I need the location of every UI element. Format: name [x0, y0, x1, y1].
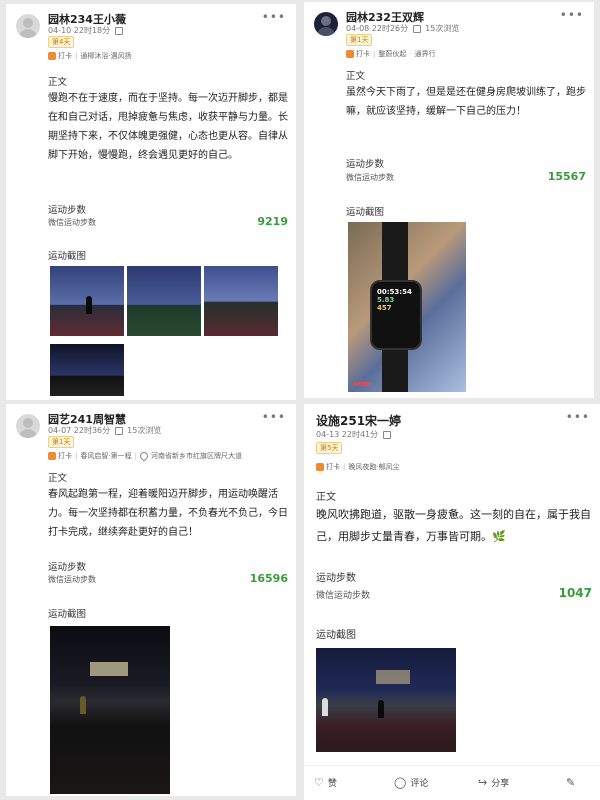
post-time: 04-10 22时18分 — [48, 26, 111, 35]
watch-time: 00:53:54 — [377, 288, 412, 296]
checkin-icon — [48, 452, 56, 460]
tag-row: 打卡 | 通柳沐浴·遇风扬 — [48, 51, 132, 61]
steps-label: 运动步数 — [48, 562, 87, 573]
action-bar: ♡ 赞 ◯ 评论 ↪ 分享 ✎ — [304, 765, 600, 800]
edit-icon: ✎ — [566, 776, 576, 789]
edit-button[interactable]: ✎ — [566, 776, 579, 789]
post-card: 园林234王小薇 04-10 22时18分 ••• 第4天 打卡 | 通柳沐浴·遇风… — [6, 4, 296, 400]
more-icon[interactable]: ••• — [262, 10, 286, 24]
sport-photo[interactable]: 00:53:54 5.83 457 REDMI — [348, 222, 466, 392]
sport-photo[interactable] — [204, 266, 278, 336]
day-badge: 第5天 — [316, 442, 343, 454]
like-icon: ♡ — [314, 776, 324, 789]
post-content: 春风起跑第一程，迎着暖阳迈开脚步，用运动唤醒活力。每一次坚持都在积蓄力量，不负春… — [48, 489, 288, 538]
post-time: 04-13 22时41分 — [316, 430, 379, 439]
post-meta: 04-07 22时36分 15次浏览 — [48, 425, 164, 436]
tag[interactable]: 整蔚伙起 — [378, 50, 406, 58]
tag: 打卡 — [58, 52, 72, 60]
steps-source: 微信运动步数 — [316, 591, 371, 601]
more-icon[interactable]: ••• — [566, 410, 590, 424]
tag-row: 打卡 | 整蔚伙起 · 通界行 — [346, 49, 436, 59]
lock-icon — [383, 430, 392, 439]
more-icon[interactable]: ••• — [262, 410, 286, 424]
tag: 打卡 — [356, 50, 370, 58]
post-card: 设施251宋一婷 04-13 22时41分 ••• 第5天 打卡 | 晚风夜跑·郁风… — [304, 404, 600, 800]
post-content: 晚风吹拂跑道，驱散一身疲惫。这一刻的自在，属于我自己，用脚步丈量青春，万事皆可期… — [316, 508, 591, 543]
post-content: 慢跑不在于速度，而在于坚持。每一次迈开脚步，都是在和自己对话，甩掉疲惫与焦虑，收… — [48, 93, 288, 161]
sport-photo[interactable] — [127, 266, 201, 336]
lock-icon — [115, 26, 124, 35]
tag: 打卡 — [326, 463, 340, 471]
sport-photo[interactable] — [50, 266, 124, 336]
steps-source: 微信运动步数 — [346, 173, 394, 182]
content-label: 正文 — [48, 77, 68, 88]
content-label: 正文 — [316, 492, 336, 503]
location-tag[interactable]: 河南省新乡市红旗区牌尺大道 — [151, 452, 242, 460]
author-name[interactable]: 设施251宋一婷 — [316, 412, 401, 429]
checkin-icon — [48, 52, 56, 60]
post-card: 园林232王双辉 04-08 22时26分 15次浏览 ••• 第1天 打卡 | 整蔚… — [304, 2, 594, 398]
view-count: 15次浏览 — [127, 426, 162, 435]
screenshot-label: 运动截图 — [346, 207, 385, 218]
post-meta: 04-08 22时26分 15次浏览 — [346, 23, 462, 34]
sport-photo[interactable] — [50, 344, 124, 396]
comment-button[interactable]: ◯ 评论 — [394, 776, 428, 789]
checkin-icon — [316, 463, 324, 471]
content-label: 正文 — [48, 473, 68, 484]
location-icon — [138, 450, 150, 462]
brand-label: REDMI — [354, 382, 373, 388]
steps-source: 微信运动步数 — [48, 575, 96, 584]
tag[interactable]: 晚风夜跑·郁风尘 — [348, 463, 399, 471]
steps-label: 运动步数 — [48, 205, 87, 216]
lock-icon — [115, 426, 124, 435]
post-time: 04-08 22时26分 — [346, 24, 409, 33]
share-button[interactable]: ↪ 分享 — [478, 776, 509, 789]
post-meta: 04-13 22时41分 — [316, 429, 392, 440]
post-content: 虽然今天下雨了，但是是还在健身房爬坡训练了，跑步嘛，就应该坚持，缓解一下自己的压… — [346, 87, 586, 117]
comment-icon: ◯ — [394, 776, 407, 789]
day-badge: 第4天 — [48, 36, 75, 48]
like-button[interactable]: ♡ 赞 — [314, 776, 337, 789]
content-label: 正文 — [346, 71, 366, 82]
watch-calories: 457 — [377, 304, 392, 312]
post-meta: 04-10 22时18分 — [48, 25, 124, 36]
screenshot-label: 运动截图 — [48, 251, 87, 262]
view-count: 15次浏览 — [425, 24, 460, 33]
watch-display: 00:53:54 5.83 457 — [370, 280, 422, 350]
share-icon: ↪ — [478, 776, 488, 789]
checkin-icon — [346, 50, 354, 58]
steps-count: 1047 — [558, 586, 592, 600]
tag-row: 打卡 | 晚风夜跑·郁风尘 — [316, 462, 400, 472]
steps-source: 微信运动步数 — [48, 218, 96, 227]
lock-icon — [413, 24, 422, 33]
steps-label: 运动步数 — [316, 573, 356, 584]
avatar[interactable] — [314, 12, 338, 36]
tag[interactable]: 春风启智·第一程 — [80, 452, 131, 460]
tag[interactable]: 通界行 — [415, 50, 436, 58]
avatar[interactable] — [16, 414, 40, 438]
sport-photo[interactable] — [316, 648, 456, 752]
screenshot-label: 运动截图 — [316, 630, 356, 641]
steps-label: 运动步数 — [346, 159, 385, 170]
tag: 打卡 — [58, 452, 72, 460]
steps-count: 9219 — [257, 215, 288, 228]
steps-count: 16596 — [249, 572, 288, 585]
day-badge: 第1天 — [48, 436, 75, 448]
screenshot-label: 运动截图 — [48, 609, 87, 620]
watch-distance: 5.83 — [377, 296, 395, 304]
steps-count: 15567 — [547, 170, 586, 183]
post-card: 园艺241周智慧 04-07 22时36分 15次浏览 ••• 第1天 打卡 | 春风… — [6, 404, 296, 796]
tag[interactable]: 通柳沐浴·遇风扬 — [80, 52, 131, 60]
day-badge: 第1天 — [346, 34, 373, 46]
tag-row: 打卡 | 春风启智·第一程 | 河南省新乡市红旗区牌尺大道 — [48, 450, 242, 462]
post-time: 04-07 22时36分 — [48, 426, 111, 435]
more-icon[interactable]: ••• — [560, 8, 584, 22]
sport-photo[interactable] — [50, 626, 170, 794]
avatar[interactable] — [16, 14, 40, 38]
